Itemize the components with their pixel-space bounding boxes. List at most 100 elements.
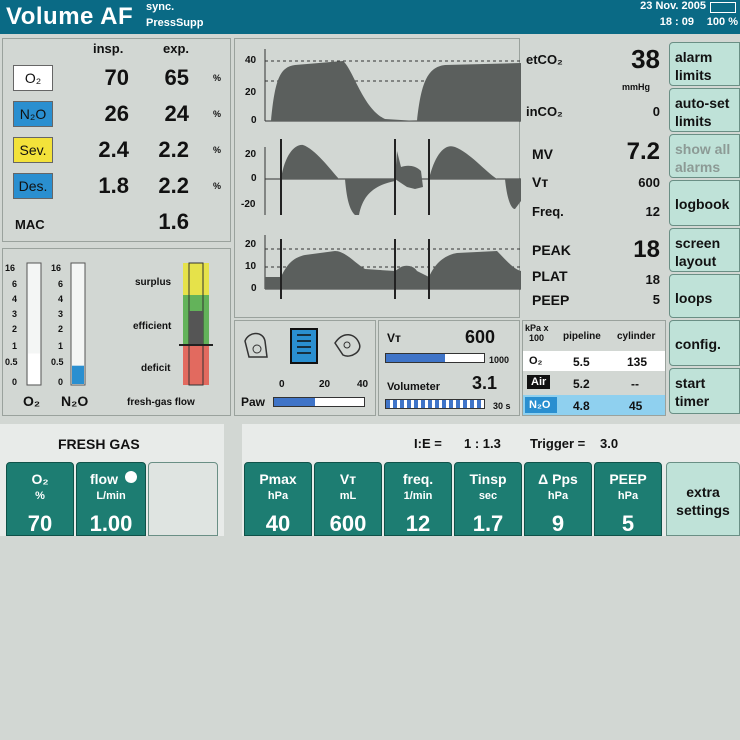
flow-setting-value: 1.00: [89, 511, 133, 536]
screen-layout-button[interactable]: screen layout: [669, 228, 740, 272]
battery-percent: 100 %: [706, 16, 738, 28]
flow-knob-icon: [125, 471, 137, 483]
delta-pps-control[interactable]: Δ Pps hPa 9: [524, 462, 592, 536]
cylinder-header: cylinder: [617, 331, 656, 342]
ie-value: 1 : 1.3: [464, 436, 501, 451]
start-timer-button[interactable]: start timer: [669, 368, 740, 414]
peep-value: 5: [652, 292, 660, 307]
scale-tick: 0.5: [5, 357, 18, 367]
mv-value: 7.2: [626, 138, 660, 165]
auto-set-limits-button[interactable]: auto-set limits: [669, 88, 740, 132]
supply-gas: Air: [527, 375, 551, 389]
spontaneous-icon: [334, 334, 361, 357]
vt-label: Vᴛ: [532, 174, 549, 190]
show-all-alarms-button[interactable]: show all alarms: [669, 134, 740, 178]
paw-tick: 0: [251, 283, 257, 294]
setting-value: 600: [329, 511, 367, 536]
header-bar: Volume AF sync. PressSupp 23 Nov. 2005 1…: [0, 0, 740, 34]
setting-unit: hPa: [547, 490, 569, 502]
des-unit: %: [213, 181, 222, 191]
pmax-control[interactable]: Pmax hPa 40: [244, 462, 312, 536]
ventilation-mode: Volume AF: [6, 3, 134, 30]
peep-control[interactable]: PEEP hPa 5: [594, 462, 662, 536]
battery-icon: [710, 2, 736, 13]
vt-meter-value: 600: [464, 327, 495, 347]
gas-monitor-panel: insp. exp. O₂ 70 65 % N₂O 26 24 % Sev. 2…: [2, 38, 231, 242]
vt-value: 600: [638, 175, 660, 190]
config-button[interactable]: config.: [669, 320, 740, 366]
mode-sub-sync: sync.: [146, 1, 175, 13]
pipeline-header: pipeline: [563, 331, 601, 342]
mv-label: MV: [532, 146, 553, 162]
paw-gauge-fill: [274, 398, 315, 406]
setting-name: Δ Pps: [538, 471, 578, 487]
supply-cylinder: 45: [629, 399, 643, 413]
o2-exp: 65: [164, 65, 189, 90]
loops-button[interactable]: loops: [669, 274, 740, 318]
vt-meter-bar: [385, 353, 485, 363]
paw-tick: 20: [245, 239, 257, 250]
efficient-label: efficient: [133, 321, 172, 332]
o2-flow-fill: [28, 353, 40, 384]
scale-tick: 4: [58, 294, 64, 304]
surplus-label: surplus: [135, 277, 172, 288]
setting-name: Pmax: [259, 471, 297, 487]
supply-unit-top: kPa x: [525, 323, 549, 333]
vt-meter-fill: [386, 354, 445, 362]
waveforms: [264, 49, 521, 299]
setting-unit: hPa: [267, 490, 289, 502]
tinsp-control[interactable]: Tinsp sec 1.7: [454, 462, 522, 536]
paw-tick: 0: [279, 379, 285, 390]
o2-setting-value: 70: [27, 511, 53, 536]
mac-value: 1.6: [158, 209, 189, 234]
inco2-value: 0: [652, 104, 660, 119]
supply-pipeline: 5.5: [573, 355, 590, 369]
gas-label-n2o: N₂O: [13, 101, 53, 127]
exp-header: exp.: [163, 41, 190, 56]
scale-tick: 0: [12, 377, 18, 387]
deficit-zone: [183, 345, 209, 385]
gas-label-o2: O₂: [13, 65, 53, 91]
n2o-flow-fill: [72, 365, 84, 384]
extra-settings-button[interactable]: extra settings: [666, 462, 740, 536]
volumeter-bar: [385, 399, 485, 409]
scale-tick: 16: [5, 263, 16, 273]
time-display: 18 : 09: [659, 16, 694, 28]
fresh-gas-flow-control[interactable]: flow L/min 1.00: [76, 462, 146, 536]
supply-pipeline: 4.8: [573, 399, 590, 413]
hand-bag-icon: [244, 332, 268, 358]
scale-tick: 3: [12, 309, 18, 319]
paw-wave: [265, 251, 521, 289]
flow-setting-unit: L/min: [96, 490, 126, 502]
vt-control[interactable]: Vᴛ mL 600: [314, 462, 382, 536]
extra-settings-label: extra settings: [676, 484, 730, 518]
setting-name: Tinsp: [469, 471, 507, 487]
vt-meter-max: 1000: [489, 355, 510, 365]
o2-unit: %: [213, 73, 222, 83]
plat-label: PLAT: [532, 268, 568, 284]
logbook-button[interactable]: logbook: [669, 180, 740, 226]
flow-tick: 0: [251, 173, 257, 184]
supply-unit-bottom: 100: [529, 333, 545, 343]
supply-pipeline: 5.2: [573, 377, 590, 391]
paw-tick: 20: [319, 379, 331, 390]
fresh-gas-title: FRESH GAS: [58, 436, 140, 452]
setting-name: PEEP: [609, 471, 647, 487]
o2-bar-label: O₂: [23, 393, 41, 409]
fresh-gas-o2-control[interactable]: O₂ % 70: [6, 462, 74, 536]
mode-sub-support: PressSupp: [146, 17, 204, 29]
supply-gas: N₂O: [529, 399, 551, 411]
o2-insp: 70: [104, 65, 129, 90]
deficit-label: deficit: [141, 363, 171, 374]
setting-unit: hPa: [617, 490, 639, 502]
setting-unit: sec: [478, 490, 498, 502]
supply-pressure-panel: kPa x 100 pipeline cylinder O₂ 5.5 135 A…: [522, 320, 666, 416]
freq-value: 12: [645, 204, 660, 219]
etco2-label: etCO₂: [526, 52, 563, 67]
alarm-limits-button[interactable]: alarm limits: [669, 42, 740, 86]
freq-control[interactable]: freq. 1/min 12: [384, 462, 452, 536]
co2-tick: 20: [245, 87, 257, 98]
setting-value: 40: [265, 511, 291, 536]
flow-bargraphs: [26, 262, 213, 386]
paw-tick: 40: [357, 379, 369, 390]
